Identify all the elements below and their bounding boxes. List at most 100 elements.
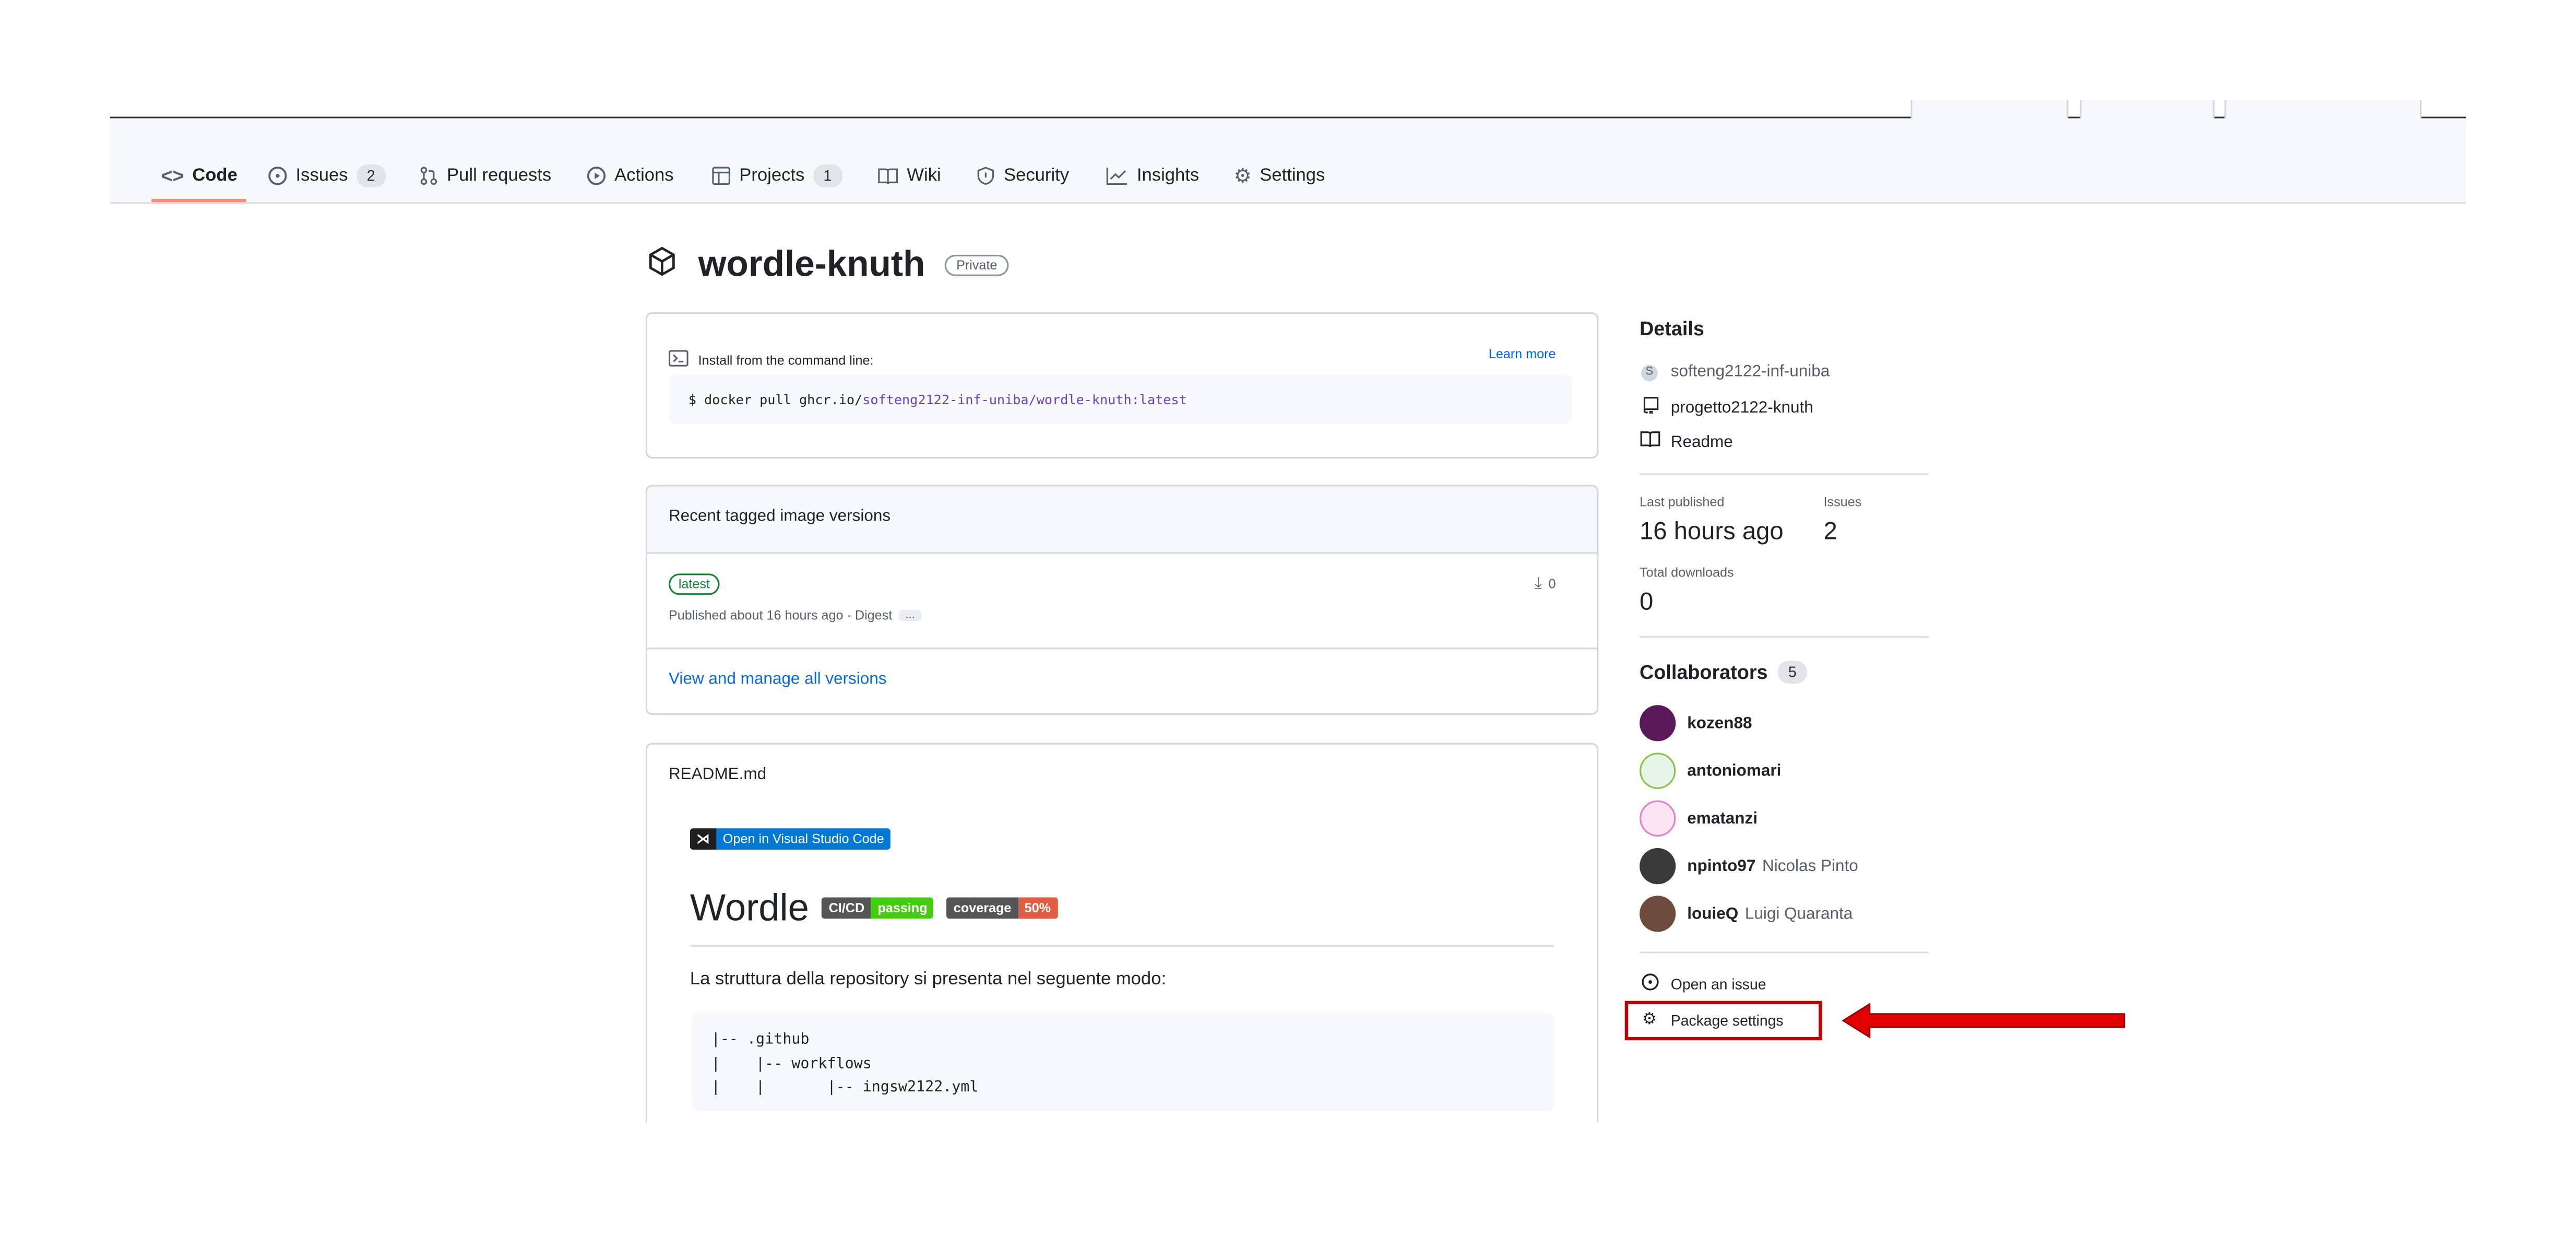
detail-repo-text: progetto2122-knuth xyxy=(1670,398,1813,417)
coverage-badge-left: coverage xyxy=(947,897,1018,919)
readme-code-block: |-- .github | |-- workflows | | |-- ingsw2… xyxy=(692,1012,1554,1111)
collaborator-fullname: Luigi Quaranta xyxy=(1744,904,1853,923)
book-icon xyxy=(1640,431,1660,454)
projects-icon xyxy=(711,166,731,186)
detail-org[interactable]: S softeng2122-inf-uniba xyxy=(1640,361,1830,382)
digest-button[interactable]: ... xyxy=(898,609,922,621)
install-label: Install from the command line: xyxy=(698,352,874,368)
view-all-versions-link[interactable]: View and manage all versions xyxy=(669,670,887,689)
last-published-label: Last published xyxy=(1640,495,1725,510)
version-download-count: 0 xyxy=(1548,577,1556,592)
collaborator-row[interactable]: ematanzi xyxy=(1640,800,1758,837)
package-title: wordle-knuth Private xyxy=(646,243,1009,286)
tab-label: Actions xyxy=(614,166,674,186)
versions-box: Recent tagged image versions latest Publ… xyxy=(645,485,1599,715)
collaborator-login: npinto97 xyxy=(1687,857,1756,875)
heading-divider xyxy=(690,945,1554,947)
tab-label: Projects xyxy=(739,166,805,186)
install-box: Install from the command line: Learn mor… xyxy=(645,312,1599,459)
open-issue-label: Open an issue xyxy=(1670,976,1766,993)
security-icon xyxy=(976,166,995,186)
avatar xyxy=(1640,848,1676,885)
tab-label: Pull requests xyxy=(447,166,552,186)
collaborators-count: 5 xyxy=(1777,661,1808,684)
collaborator-login: kozen88 xyxy=(1687,714,1752,733)
cicd-badge-right: passing xyxy=(871,897,934,919)
avatar xyxy=(1640,800,1676,837)
wiki-icon xyxy=(877,166,899,186)
learn-more-link[interactable]: Learn more xyxy=(1489,347,1556,361)
version-meta: Published about 16 hours ago · Digest ..… xyxy=(668,608,922,623)
avatar xyxy=(1640,705,1676,742)
cicd-badge[interactable]: CI/CD passing xyxy=(822,897,934,919)
tab-label: Security xyxy=(1004,166,1070,186)
collaborator-row[interactable]: npinto97 Nicolas Pinto xyxy=(1640,848,1858,885)
collaborator-row[interactable]: kozen88 xyxy=(1640,705,1752,742)
code-line: |-- .github xyxy=(711,1032,810,1049)
vscode-icon: ⋊ xyxy=(690,828,717,850)
version-downloads: ⤓ 0 xyxy=(1535,575,1556,594)
sidebar-divider xyxy=(1640,951,1929,954)
tab-label: Settings xyxy=(1260,166,1325,186)
code-icon: <> xyxy=(161,164,184,187)
details-title: Details xyxy=(1640,317,1704,340)
tab-issues[interactable]: Issues 2 xyxy=(268,163,386,189)
published-text: Published about 16 hours ago · Digest xyxy=(668,608,893,623)
readme-heading: Wordle xyxy=(690,886,809,929)
collaborator-login: ematanzi xyxy=(1687,809,1758,828)
tab-pull-requests[interactable]: Pull requests xyxy=(419,163,552,189)
tab-insights[interactable]: Insights xyxy=(1106,163,1199,189)
tab-label: Insights xyxy=(1136,166,1200,186)
issue-icon xyxy=(268,166,288,186)
projects-counter: 1 xyxy=(813,164,842,187)
tab-label: Wiki xyxy=(907,166,941,186)
package-icon xyxy=(646,244,679,285)
total-downloads-label: Total downloads xyxy=(1640,565,1734,580)
version-tag[interactable]: latest xyxy=(668,573,720,595)
tab-security[interactable]: Security xyxy=(976,163,1069,189)
open-issue-link[interactable]: Open an issue xyxy=(1640,973,1766,996)
tab-settings[interactable]: ⚙ Settings xyxy=(1234,163,1325,189)
collaborator-row[interactable]: antoniomari xyxy=(1640,752,1781,789)
detail-readme[interactable]: Readme xyxy=(1640,431,1733,454)
tab-wiki[interactable]: Wiki xyxy=(877,163,941,189)
vscode-badge[interactable]: ⋊ Open in Visual Studio Code xyxy=(690,828,891,850)
vscode-badge-label: Open in Visual Studio Code xyxy=(722,831,884,846)
tab-code[interactable]: <> Code xyxy=(161,163,237,189)
command-image: softeng2122-inf-uniba/wordle-knuth:lates… xyxy=(862,392,1187,407)
total-downloads-value: 0 xyxy=(1640,588,1654,617)
package-name: wordle-knuth xyxy=(698,243,925,285)
collaborator-row[interactable]: louieQ Luigi Quaranta xyxy=(1640,896,1853,932)
tab-projects[interactable]: Projects 1 xyxy=(711,163,842,189)
annotation-arrow xyxy=(1842,1003,2126,1039)
code-line: | | |-- ingsw2122.yml xyxy=(711,1079,979,1097)
page: <> Code Issues 2 Pull requests Actions P… xyxy=(0,0,2576,1246)
avatar xyxy=(1640,752,1676,789)
readme-filename: README.md xyxy=(668,766,767,784)
docker-command[interactable]: $ docker pull ghcr.io/softeng2122-inf-un… xyxy=(668,374,1572,425)
org-icon: S xyxy=(1640,361,1659,382)
code-line: | |-- workflows xyxy=(711,1056,872,1073)
terminal-icon xyxy=(668,345,688,375)
repo-icon xyxy=(1640,396,1659,419)
versions-header: Recent tagged image versions xyxy=(668,508,891,526)
avatar xyxy=(1640,896,1676,932)
pull-request-icon xyxy=(419,166,439,186)
collaborators-header: Collaborators 5 xyxy=(1640,661,1808,684)
last-published-value: 16 hours ago xyxy=(1640,517,1784,546)
command-prefix: $ docker pull ghcr.io/ xyxy=(688,392,863,407)
issues-value: 2 xyxy=(1823,517,1837,546)
active-tab-underline xyxy=(151,198,247,203)
collaborator-fullname: Nicolas Pinto xyxy=(1762,857,1858,875)
coverage-badge-right: 50% xyxy=(1018,897,1058,919)
detail-repo[interactable]: progetto2122-knuth xyxy=(1640,396,1813,419)
visibility-badge: Private xyxy=(945,254,1009,276)
collaborator-login: antoniomari xyxy=(1687,761,1782,780)
coverage-badge[interactable]: coverage 50% xyxy=(947,897,1058,919)
tab-actions[interactable]: Actions xyxy=(587,163,674,189)
repo-nav: <> Code Issues 2 Pull requests Actions P… xyxy=(110,118,2466,204)
issues-label: Issues xyxy=(1823,495,1862,510)
readme-paragraph: La struttura della repository si present… xyxy=(690,969,1167,990)
readme-heading-row: Wordle CI/CD passing coverage 50% xyxy=(690,886,1058,930)
detail-readme-text: Readme xyxy=(1670,433,1733,451)
